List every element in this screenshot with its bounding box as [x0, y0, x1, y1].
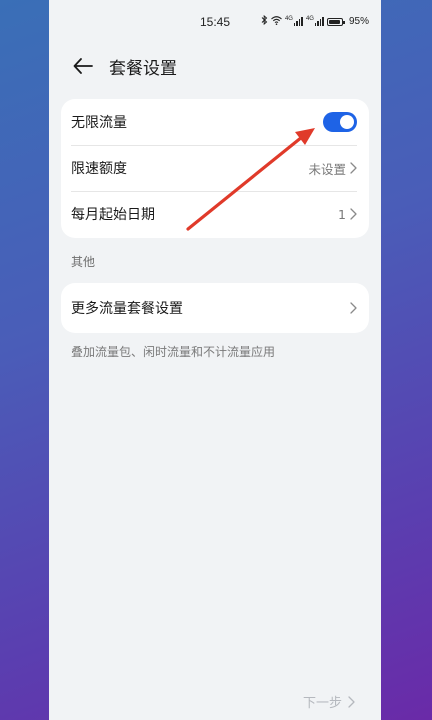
next-step-button[interactable]: 下一步: [303, 692, 355, 711]
chevron-right-icon: [350, 162, 357, 174]
next-step-label: 下一步: [302, 696, 342, 711]
more-plan-settings-label: 更多流量套餐设置: [71, 301, 183, 317]
more-plan-settings-row[interactable]: 更多流量套餐设置: [61, 283, 369, 333]
bluetooth-icon: [261, 14, 268, 28]
chevron-right-icon: [350, 302, 357, 314]
more-settings-card: 更多流量套餐设置: [61, 283, 369, 333]
speed-limit-row[interactable]: 限速额度 未设置: [61, 145, 369, 191]
signal-icon: 4G: [305, 16, 324, 26]
start-date-label: 每月起始日期: [71, 207, 155, 223]
back-arrow-icon: [73, 58, 93, 74]
start-date-row[interactable]: 每月起始日期 1: [61, 191, 369, 237]
chevron-right-icon: [348, 695, 355, 708]
start-date-value: 1: [338, 206, 346, 222]
status-icons: 4G 4G 95%: [261, 14, 369, 28]
unlimited-data-toggle[interactable]: [323, 112, 357, 132]
back-button[interactable]: [65, 48, 101, 84]
signal-icon: 4G: [284, 16, 303, 26]
battery-percent: 95%: [348, 16, 369, 27]
speed-limit-value: 未设置: [308, 161, 346, 177]
unlimited-data-row[interactable]: 无限流量: [61, 99, 369, 145]
unlimited-data-label: 无限流量: [71, 115, 127, 131]
wifi-icon: [271, 15, 282, 28]
page-title: 套餐设置: [109, 58, 177, 79]
chevron-right-icon: [350, 208, 357, 220]
speed-limit-label: 限速额度: [71, 161, 127, 177]
network-type-2: 4G: [305, 16, 314, 22]
plan-settings-card: 无限流量 限速额度 未设置 每月起始日期 1: [61, 99, 369, 238]
footnote-text: 叠加流量包、闲时流量和不计流量应用: [71, 345, 276, 359]
phone-screen: 15:45 4G 4G 95% 套餐设置 无限流量 限速额度 未设置 每月起始日…: [49, 0, 381, 720]
network-type-1: 4G: [284, 16, 293, 22]
page-header: 套餐设置: [49, 48, 381, 84]
battery-icon: [326, 17, 345, 26]
status-bar: 15:45 4G 4G 95%: [49, 0, 381, 46]
section-header-other: 其他: [71, 255, 96, 269]
